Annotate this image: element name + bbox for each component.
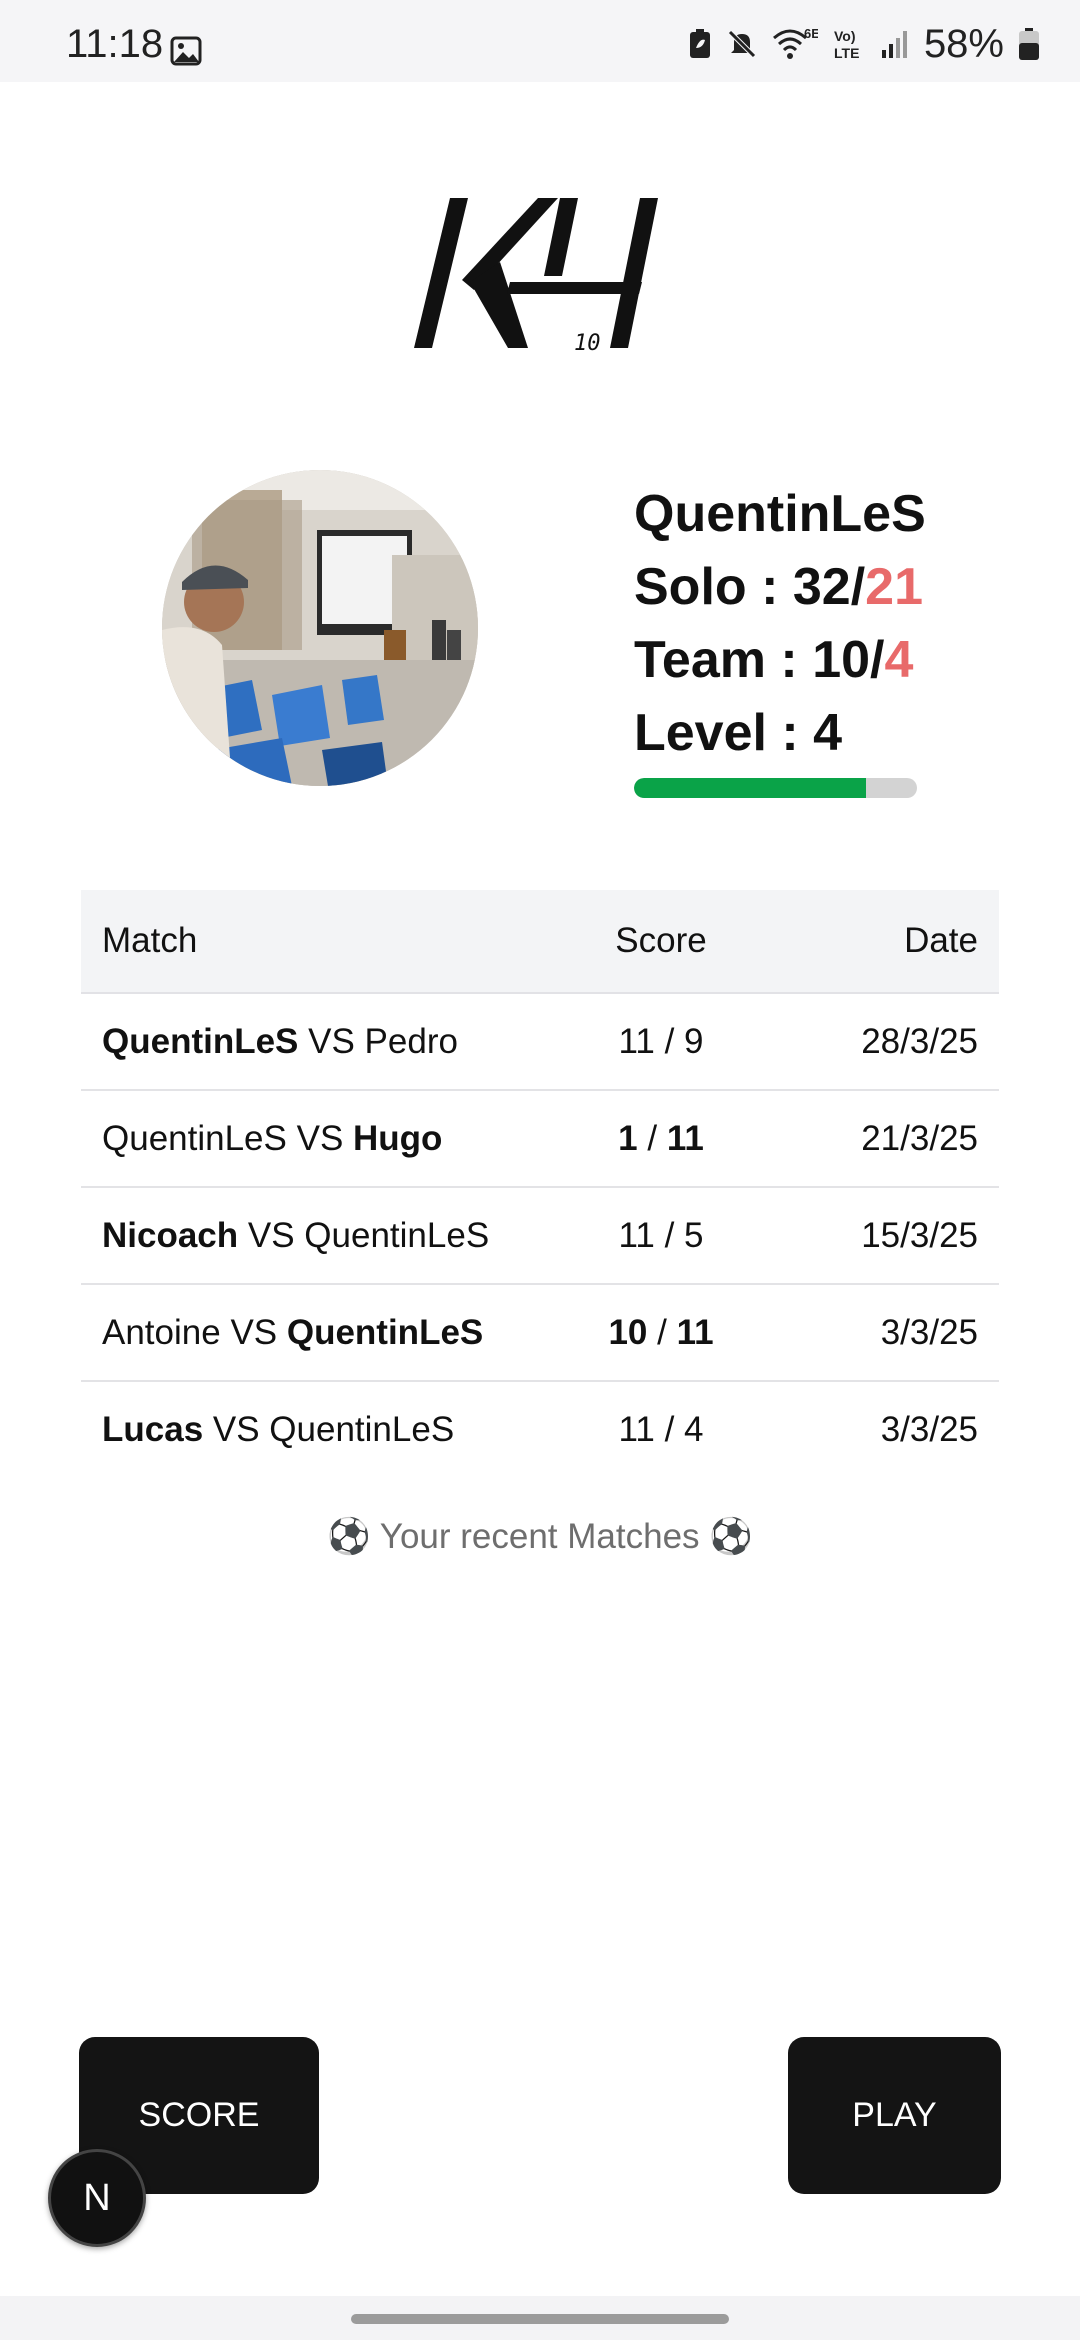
match-score: 1 / 11 <box>521 1119 801 1159</box>
header-match: Match <box>102 921 198 960</box>
vs-text: VS <box>203 1409 270 1449</box>
status-time: 11:18 <box>66 22 164 66</box>
player-name: Pedro <box>364 1021 458 1061</box>
score-separator: / <box>654 1021 685 1061</box>
vs-text: VS <box>220 1312 287 1352</box>
table-row: Nicoach VS QuentinLeS 11 / 5 15/3/25 <box>81 1188 999 1285</box>
match-date: 21/3/25 <box>861 1118 978 1158</box>
player-name: QuentinLeS <box>269 1409 455 1449</box>
score-separator: / <box>637 1118 667 1158</box>
level-label: Level : 4 <box>634 704 843 762</box>
score-value: 11 <box>676 1312 714 1352</box>
recent-matches-caption: ⚽ Your recent Matches ⚽ <box>327 1517 753 1556</box>
n-badge-button[interactable]: N <box>48 2149 146 2247</box>
app-logo: 10 <box>414 198 658 356</box>
volte-icon: Vo) LTE <box>834 28 859 61</box>
home-indicator[interactable] <box>351 2314 729 2324</box>
battery-saver-icon <box>689 29 710 58</box>
player-name: Antoine <box>102 1312 221 1352</box>
team-label: Team : 10/ <box>634 631 885 689</box>
score-separator: / <box>654 1215 685 1255</box>
match-players: Antoine VS QuentinLeS <box>81 1313 521 1353</box>
match-players: Lucas VS QuentinLeS <box>81 1410 521 1450</box>
level-progress-bar <box>634 778 917 798</box>
vs-text: VS <box>286 1118 354 1158</box>
header-date: Date <box>904 921 978 960</box>
match-players: Nicoach VS QuentinLeS <box>81 1216 521 1256</box>
score-separator: / <box>654 1409 685 1449</box>
table-header: Match Score Date <box>81 890 999 994</box>
match-date: 3/3/25 <box>880 1312 978 1352</box>
match-players: QuentinLeS VS Pedro <box>81 1022 521 1062</box>
score-separator: / <box>647 1312 677 1352</box>
header-score: Score <box>615 921 707 960</box>
winner-name: Lucas <box>102 1409 204 1449</box>
score-value: 11 <box>618 1215 655 1255</box>
match-score: 11 / 5 <box>521 1216 801 1256</box>
recent-matches-table: Match Score Date QuentinLeS VS Pedro 11 … <box>81 890 999 1477</box>
team-record: Team : 10/4 <box>634 624 926 697</box>
avatar-photo <box>162 470 478 786</box>
winner-name: Nicoach <box>102 1215 239 1255</box>
table-row: Antoine VS QuentinLeS 10 / 11 3/3/25 <box>81 1285 999 1382</box>
svg-text:10: 10 <box>574 331 601 356</box>
table-row: QuentinLeS VS Hugo 1 / 11 21/3/25 <box>81 1091 999 1188</box>
match-date: 15/3/25 <box>861 1215 978 1255</box>
score-value: 4 <box>684 1409 704 1449</box>
n-logo-icon: N <box>83 2177 110 2219</box>
battery-percent: 58% <box>923 21 1004 66</box>
level-progress-fill <box>634 778 867 798</box>
vs-text: VS <box>298 1021 365 1061</box>
match-players: QuentinLeS VS Hugo <box>81 1119 521 1159</box>
status-icons: 6E Vo) LTE 58% <box>688 22 1040 66</box>
match-score: 10 / 11 <box>521 1313 801 1353</box>
wifi-6e-icon: 6E <box>772 26 818 59</box>
vs-text: VS <box>238 1215 305 1255</box>
score-value: 11 <box>666 1118 704 1158</box>
profile-stats: QuentinLeS Solo : 32/21 Team : 10/4 Leve… <box>634 478 926 798</box>
username: QuentinLeS <box>634 485 926 543</box>
solo-label: Solo : 32/ <box>634 558 866 616</box>
play-button[interactable]: PLAY <box>788 2037 1001 2194</box>
status-bar: 11:18 6E Vo) LTE 58% <box>0 0 1080 82</box>
table-row: Lucas VS QuentinLeS 11 / 4 3/3/25 <box>81 1382 999 1477</box>
score-value: 9 <box>684 1021 704 1061</box>
match-date: 3/3/25 <box>880 1409 978 1449</box>
signal-icon <box>881 31 907 58</box>
player-name: QuentinLeS <box>304 1215 490 1255</box>
score-value: 11 <box>618 1409 655 1449</box>
battery-icon <box>1019 28 1039 60</box>
match-score: 11 / 4 <box>521 1410 801 1450</box>
svg-text:LTE: LTE <box>834 45 859 61</box>
match-score: 11 / 9 <box>521 1022 801 1062</box>
match-date: 28/3/25 <box>861 1021 978 1061</box>
winner-name: Hugo <box>353 1118 443 1158</box>
winner-name: QuentinLeS <box>286 1312 484 1352</box>
solo-record: Solo : 32/21 <box>634 551 926 624</box>
score-value: 10 <box>608 1312 648 1352</box>
profile-avatar <box>162 470 478 786</box>
player-name: QuentinLeS <box>102 1118 287 1158</box>
svg-text:Vo): Vo) <box>834 28 856 44</box>
table-row: QuentinLeS VS Pedro 11 / 9 28/3/25 <box>81 994 999 1091</box>
score-value: 11 <box>618 1021 655 1061</box>
gallery-icon <box>170 36 202 66</box>
solo-losses: 21 <box>865 558 923 616</box>
score-value: 1 <box>618 1118 638 1158</box>
svg-text:N: N <box>83 2177 110 2219</box>
winner-name: QuentinLeS <box>102 1021 299 1061</box>
team-losses: 4 <box>884 631 914 689</box>
svg-text:6E: 6E <box>804 26 818 41</box>
score-value: 5 <box>684 1215 704 1255</box>
mute-icon <box>728 30 756 58</box>
